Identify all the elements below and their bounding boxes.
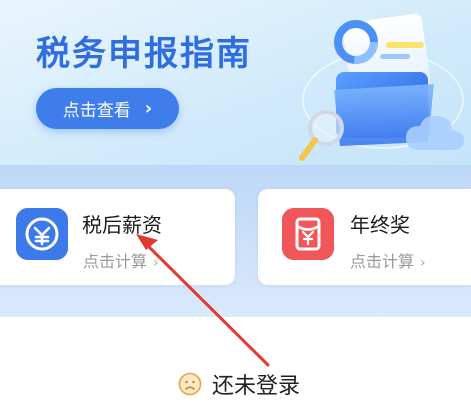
year-end-bonus-title: 年终奖 bbox=[350, 213, 410, 237]
after-tax-salary-card[interactable]: 税后薪资 点击计算 › bbox=[0, 189, 235, 285]
red-envelope-icon bbox=[282, 208, 334, 260]
not-logged-in-text: 还未登录 bbox=[212, 374, 301, 399]
year-end-bonus-subtitle: 点击计算 › bbox=[350, 248, 426, 272]
chevron-right-icon: › bbox=[144, 98, 153, 119]
banner-title: 税务申报指南 bbox=[36, 34, 252, 74]
view-guide-button[interactable]: 点击查看 › bbox=[36, 88, 179, 129]
calculate-link-text: 点击计算 bbox=[350, 252, 415, 271]
yuan-coin-icon bbox=[16, 208, 68, 260]
tax-guide-banner[interactable]: 税务申报指南 点击查看 › bbox=[0, 0, 471, 165]
chevron-right-icon: › bbox=[153, 255, 159, 271]
sad-face-icon bbox=[178, 372, 202, 396]
folder-illustration bbox=[299, 13, 464, 161]
view-guide-button-label: 点击查看 bbox=[62, 101, 131, 121]
after-tax-salary-subtitle: 点击计算 › bbox=[83, 248, 159, 272]
chevron-right-icon: › bbox=[420, 255, 426, 271]
calculate-link-text: 点击计算 bbox=[83, 252, 148, 271]
after-tax-salary-title: 税后薪资 bbox=[82, 213, 162, 237]
year-end-bonus-card[interactable]: 年终奖 点击计算 › bbox=[258, 189, 471, 285]
login-status[interactable]: 还未登录 bbox=[178, 370, 301, 399]
